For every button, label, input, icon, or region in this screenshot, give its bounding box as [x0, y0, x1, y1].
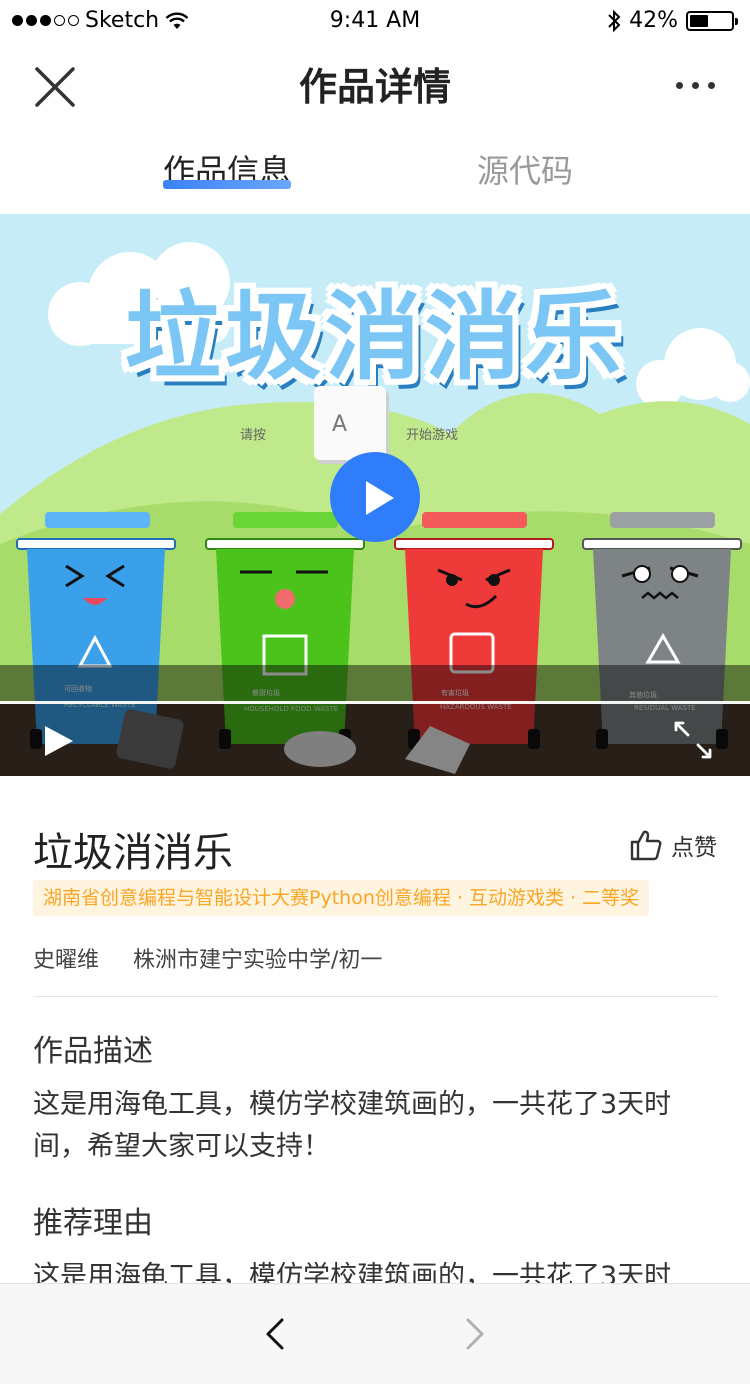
video-player[interactable]: 垃圾消消乐 请按 A 开始游戏 可回收物 RECYCLABLE WASTE 餐厨… — [0, 214, 750, 776]
page-title: 作品详情 — [298, 65, 451, 109]
play-toggle-button[interactable] — [42, 723, 76, 757]
active-tab-indicator — [163, 180, 291, 189]
chevron-right-icon — [466, 1318, 484, 1350]
work-title: 垃圾消消乐 — [33, 830, 233, 876]
forward-button[interactable] — [456, 1316, 492, 1352]
bottom-toolbar — [0, 1283, 750, 1384]
award-badge: 湖南省创意编程与智能设计大赛Python创意编程 · 互动游戏类 · 二等奖 — [33, 880, 650, 916]
battery-percentage: 42% — [629, 8, 678, 33]
thumbs-up-icon — [630, 830, 662, 861]
divider — [33, 996, 718, 997]
status-bar: Sketch 9:41 AM 42% — [0, 0, 750, 40]
video-controls — [0, 665, 750, 776]
chevron-left-icon — [266, 1318, 284, 1350]
description-heading: 作品描述 — [33, 1034, 153, 1069]
keycap-letter: A — [332, 412, 348, 437]
battery-icon — [686, 10, 738, 31]
tab-bar: 作品信息 源代码 — [0, 130, 750, 210]
author-info: 史曜维 株洲市建宁实验中学/初一 — [33, 942, 382, 974]
close-icon — [35, 67, 75, 107]
author-name: 史曜维 — [33, 948, 100, 973]
keycap-a: A — [314, 386, 386, 460]
progress-bar[interactable] — [0, 701, 750, 704]
press-key-suffix: 开始游戏 — [406, 428, 459, 443]
close-button[interactable] — [30, 62, 80, 112]
reason-heading: 推荐理由 — [33, 1206, 153, 1241]
navigation-bar: 作品详情 — [0, 40, 750, 130]
description-text: 这是用海龟工具，模仿学校建筑画的，一共花了3天时间，希望大家可以支持！ — [33, 1089, 672, 1162]
back-button[interactable] — [258, 1316, 294, 1352]
press-key-prefix: 请按 — [240, 428, 267, 443]
like-label: 点赞 — [671, 835, 717, 861]
like-button[interactable]: 点赞 — [629, 828, 717, 862]
school-name: 株洲市建宁实验中学/初一 — [133, 948, 383, 973]
game-title-banner: 垃圾消消乐 — [125, 281, 625, 393]
play-button[interactable] — [330, 452, 420, 542]
fullscreen-icon — [674, 721, 712, 759]
fullscreen-button[interactable] — [670, 717, 716, 763]
bluetooth-icon — [608, 9, 621, 32]
more-options-button[interactable] — [670, 70, 720, 100]
tab-source-code[interactable]: 源代码 — [477, 146, 573, 192]
